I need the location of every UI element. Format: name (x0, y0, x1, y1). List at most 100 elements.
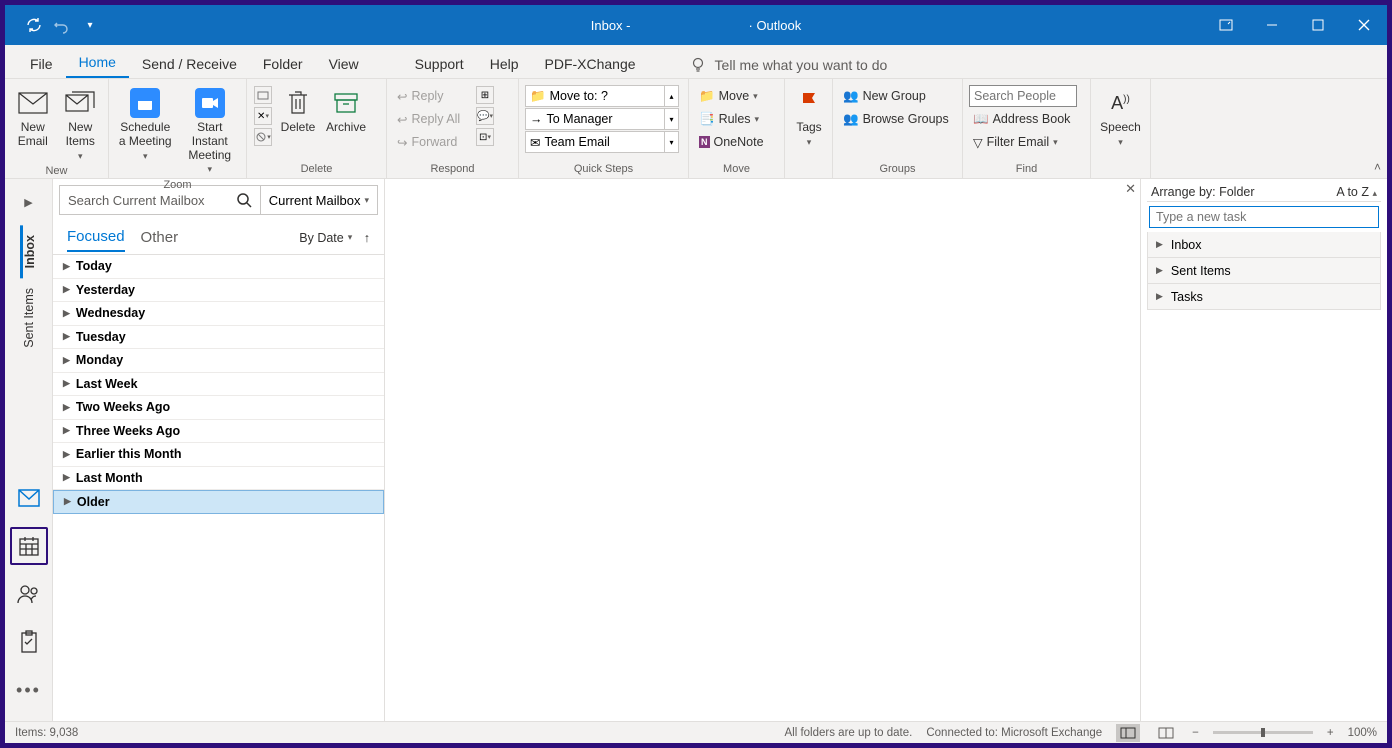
tab-folder[interactable]: Folder (250, 50, 316, 78)
group-three-weeks[interactable]: ▶Three Weeks Ago (53, 420, 384, 444)
rules-button[interactable]: 📑Rules▾ (695, 108, 778, 130)
zoom-out-icon[interactable]: − (1192, 727, 1199, 739)
forward-button[interactable]: ↪Forward (393, 131, 471, 153)
ignore-icon[interactable] (254, 86, 272, 104)
chevron-right-icon: ▶ (64, 496, 71, 507)
group-monday[interactable]: ▶Monday (53, 349, 384, 373)
task-folder-sent[interactable]: ▶Sent Items (1147, 258, 1381, 284)
people-nav-icon[interactable] (10, 575, 48, 613)
chevron-right-icon: ▶ (63, 308, 70, 319)
undo-icon[interactable] (53, 16, 71, 34)
group-wednesday[interactable]: ▶Wednesday (53, 302, 384, 326)
mail-nav-icon[interactable] (10, 479, 48, 517)
quickstep-team-email[interactable]: ✉Team Email (525, 131, 665, 153)
todo-pane: Arrange by: Folder A to Z ▴ ▶Inbox ▶Sent… (1141, 179, 1387, 721)
new-items-button[interactable]: New Items▾ (59, 85, 103, 163)
search-scope-dropdown[interactable]: Current Mailbox▾ (261, 185, 378, 215)
other-tab[interactable]: Other (141, 224, 179, 251)
lightbulb-icon (689, 56, 707, 74)
search-icon (236, 192, 252, 208)
reply-button[interactable]: ↩Reply (393, 85, 471, 107)
group-zoom-label: Zoom (115, 177, 240, 194)
zoom-in-icon[interactable]: + (1327, 727, 1334, 739)
reply-all-button[interactable]: ↩Reply All (393, 108, 471, 130)
zoom-level[interactable]: 100% (1348, 727, 1377, 739)
close-icon[interactable] (1341, 5, 1387, 45)
group-tuesday[interactable]: ▶Tuesday (53, 326, 384, 350)
tab-help[interactable]: Help (477, 50, 532, 78)
group-new-label: New (11, 163, 102, 180)
tab-file[interactable]: File (17, 50, 66, 78)
qat-dropdown-icon[interactable]: ▾ (81, 16, 99, 34)
task-folder-inbox[interactable]: ▶Inbox (1147, 232, 1381, 258)
arrange-by-button[interactable]: Arrange by: Folder (1151, 185, 1255, 199)
instant-meeting-button[interactable]: Start Instant Meeting▾ (180, 85, 241, 177)
close-reading-icon[interactable]: ✕ (1125, 181, 1136, 197)
tasks-nav-icon[interactable] (10, 623, 48, 661)
junk-icon[interactable]: ▾ (254, 128, 272, 146)
group-yesterday[interactable]: ▶Yesterday (53, 279, 384, 303)
im-reply-icon[interactable]: 💬▾ (476, 107, 494, 125)
new-email-button[interactable]: New Email (11, 85, 55, 151)
tell-me-search[interactable]: Tell me what you want to do (679, 52, 898, 78)
group-two-weeks[interactable]: ▶Two Weeks Ago (53, 396, 384, 420)
task-folder-tasks[interactable]: ▶Tasks (1147, 284, 1381, 310)
group-tags-label (791, 173, 826, 178)
minimize-icon[interactable] (1249, 5, 1295, 45)
new-task-input[interactable] (1149, 206, 1379, 228)
tab-view[interactable]: View (316, 50, 372, 78)
new-group-button[interactable]: 👥New Group (839, 85, 953, 107)
zoom-slider[interactable] (1213, 731, 1313, 734)
calendar-nav-icon[interactable] (10, 527, 48, 565)
quickstep-to-manager[interactable]: →To Manager (525, 108, 665, 130)
sync-icon[interactable] (25, 16, 43, 34)
quickstep-expand[interactable]: ▾ (665, 131, 679, 153)
group-last-month[interactable]: ▶Last Month (53, 467, 384, 491)
group-earlier-month[interactable]: ▶Earlier this Month (53, 443, 384, 467)
filter-email-button[interactable]: ▽Filter Email▾ (969, 131, 1077, 153)
chevron-right-icon: ▶ (63, 472, 70, 483)
team-email-icon: ✉ (530, 135, 540, 150)
browse-groups-button[interactable]: 👥Browse Groups (839, 108, 953, 130)
normal-view-icon[interactable] (1116, 724, 1140, 742)
group-last-week[interactable]: ▶Last Week (53, 373, 384, 397)
address-book-button[interactable]: 📖Address Book (969, 108, 1077, 130)
reading-pane: ✕ (385, 179, 1141, 721)
ribbon-display-icon[interactable] (1203, 5, 1249, 45)
chevron-right-icon: ▶ (63, 355, 70, 366)
focused-tab[interactable]: Focused (67, 223, 125, 252)
search-people-input[interactable] (969, 85, 1077, 107)
cleanup-icon[interactable]: ✕▾ (254, 107, 272, 125)
sort-direction-icon[interactable]: ↑ (364, 231, 370, 245)
speech-button[interactable]: A)) Speech▾ (1097, 85, 1144, 149)
quickstep-scroll-up[interactable]: ▴ (665, 85, 679, 107)
envelope-stack-icon (64, 87, 96, 119)
tab-support[interactable]: Support (402, 50, 477, 78)
more-nav-icon[interactable]: ••• (10, 671, 48, 709)
archive-button[interactable]: Archive (323, 85, 369, 137)
schedule-meeting-button[interactable]: Schedule a Meeting▾ (115, 85, 176, 163)
quickstep-move-to[interactable]: 📁Move to: ? (525, 85, 665, 107)
collapse-ribbon-icon[interactable]: ˄ (1374, 160, 1381, 174)
folder-sent[interactable]: Sent Items (22, 278, 36, 358)
folder-inbox[interactable]: Inbox (20, 225, 37, 278)
reading-view-icon[interactable] (1154, 724, 1178, 742)
sort-by-dropdown[interactable]: By Date ▾ ↑ (299, 231, 370, 245)
more-respond-icon[interactable]: ⊡▾ (476, 128, 494, 146)
move-button[interactable]: 📁Move▾ (695, 85, 778, 107)
chevron-right-icon: ▶ (1156, 265, 1163, 276)
group-today[interactable]: ▶Today (53, 255, 384, 279)
expand-folder-pane-icon[interactable]: ▶ (20, 183, 38, 221)
tab-pdf-xchange[interactable]: PDF-XChange (532, 50, 649, 78)
maximize-icon[interactable] (1295, 5, 1341, 45)
tags-button[interactable]: Tags▾ (791, 85, 827, 149)
tab-send-receive[interactable]: Send / Receive (129, 50, 250, 78)
title-app: · Outlook (749, 18, 802, 33)
quickstep-scroll-down[interactable]: ▾ (665, 108, 679, 130)
onenote-button[interactable]: NOneNote (695, 131, 778, 153)
delete-button[interactable]: Delete (277, 85, 319, 137)
group-older[interactable]: ▶Older (53, 490, 384, 514)
sort-order-button[interactable]: A to Z ▴ (1336, 185, 1377, 199)
tab-home[interactable]: Home (66, 48, 129, 78)
meeting-reply-icon[interactable]: ⊞ (476, 86, 494, 104)
